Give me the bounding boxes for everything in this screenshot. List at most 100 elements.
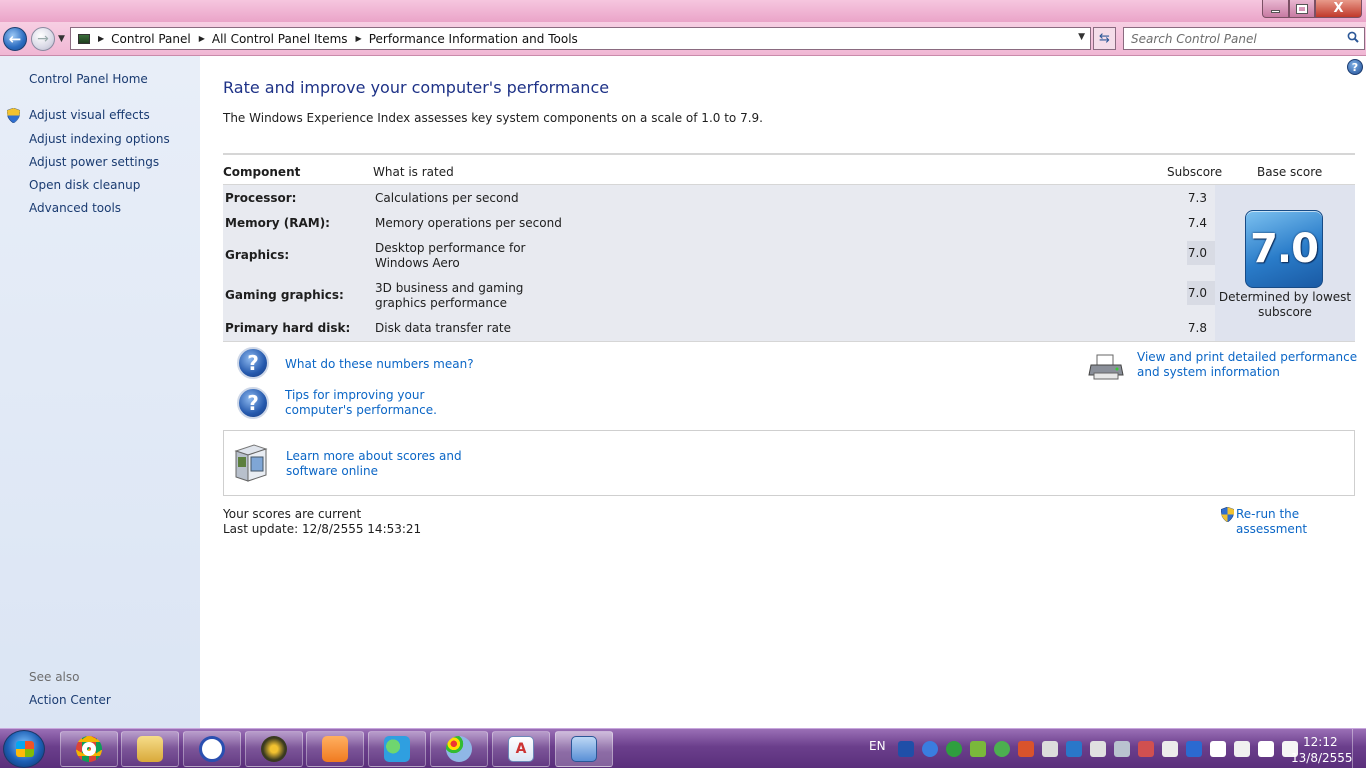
last-update: Last update: 12/8/2555 14:53:21 <box>223 522 422 536</box>
sidebar: Control Panel Home Adjust visual effects… <box>0 56 200 728</box>
taskbar-chrome-button[interactable] <box>60 731 118 767</box>
globe-tray-icon[interactable] <box>922 741 938 757</box>
breadcrumb-separator-icon[interactable]: ▶ <box>199 34 205 43</box>
base-score-panel: 7.0 Determined by lowest subscore <box>1215 185 1355 341</box>
action-center-flag-icon[interactable] <box>1210 741 1226 757</box>
sidebar-item-open-disk-cleanup[interactable]: Open disk cleanup <box>29 178 140 192</box>
adapter-tray-icon[interactable] <box>1162 741 1178 757</box>
tool-tray-icon[interactable] <box>1018 741 1034 757</box>
usb-tray-icon[interactable] <box>1042 741 1058 757</box>
media-disc-icon <box>261 736 287 762</box>
what-is-rated: Calculations per second <box>375 191 519 205</box>
link-what-do-these-numbers-mean[interactable]: What do these numbers mean? <box>285 357 474 372</box>
column-header-what-is-rated: What is rated <box>373 165 454 179</box>
pen-tray-icon[interactable] <box>1090 741 1106 757</box>
show-desktop-button[interactable] <box>1352 729 1366 768</box>
back-button[interactable]: ← <box>3 27 27 51</box>
column-header-base-score: Base score <box>1257 165 1323 179</box>
taskbar-media-app-button[interactable] <box>245 731 303 767</box>
sidebar-item-adjust-power-settings[interactable]: Adjust power settings <box>29 155 159 169</box>
taskbar-control-panel-button[interactable] <box>555 731 613 767</box>
sidebar-item-adjust-visual-effects[interactable]: Adjust visual effects <box>29 108 150 122</box>
learn-more-box: Learn more about scores and software onl… <box>223 430 1355 496</box>
component-name: Gaming graphics: <box>225 288 344 302</box>
address-bar[interactable]: ▶ Control Panel ▶ All Control Panel Item… <box>70 27 1091 50</box>
navigation-bar: ← → ▼ ▶ Control Panel ▶ All Control Pane… <box>0 22 1366 56</box>
taskbar-wordpad-button[interactable]: A <box>492 731 550 767</box>
page-title: Rate and improve your computer's perform… <box>223 78 610 97</box>
clock-date[interactable]: 13/8/2555 <box>1291 751 1353 765</box>
taskbar-explorer-button[interactable] <box>121 731 179 767</box>
shield-icon <box>7 108 20 123</box>
monitor-tray-icon[interactable] <box>1114 741 1130 757</box>
refresh-button[interactable]: ⇆ <box>1093 27 1116 50</box>
sidebar-item-control-panel-home[interactable]: Control Panel Home <box>29 72 148 86</box>
refresh-icon: ⇆ <box>1099 31 1110 46</box>
utorrent-tray-icon[interactable] <box>946 741 962 757</box>
page-description: The Windows Experience Index assesses ke… <box>223 111 763 125</box>
breadcrumb-performance[interactable]: Performance Information and Tools <box>369 32 578 46</box>
breadcrumb-separator-icon[interactable]: ▶ <box>98 34 104 43</box>
minimize-button[interactable] <box>1262 0 1289 18</box>
subscore-value: 7.0 <box>1187 241 1215 265</box>
windows-flag-tray-icon[interactable] <box>898 741 914 757</box>
sidebar-item-action-center[interactable]: Action Center <box>29 693 111 707</box>
search-icon[interactable] <box>1347 31 1359 43</box>
base-score-value: 7.0 <box>1250 226 1319 272</box>
question-mark-icon: ? <box>237 347 269 379</box>
recent-pages-dropdown[interactable]: ▼ <box>58 34 65 44</box>
see-also-heading: See also <box>29 670 80 684</box>
taskbar-daemon-tools-button[interactable] <box>183 731 241 767</box>
speaker-muted-tray-icon[interactable] <box>1138 741 1154 757</box>
help-icon[interactable]: ? <box>1347 59 1363 75</box>
network-tray-icon[interactable] <box>970 741 986 757</box>
subscore-value: 7.8 <box>1187 321 1207 335</box>
breadcrumb-separator-icon[interactable]: ▶ <box>356 34 362 43</box>
sidebar-item-adjust-indexing-options[interactable]: Adjust indexing options <box>29 132 170 146</box>
printer-icon <box>1088 354 1124 380</box>
forward-arrow-icon: → <box>37 31 49 47</box>
messenger-icon <box>384 736 410 762</box>
green-circle-tray-icon[interactable] <box>994 741 1010 757</box>
search-box[interactable] <box>1123 27 1365 50</box>
taskbar: A EN 12:12 13/8/2555 <box>0 728 1366 768</box>
forward-button[interactable]: → <box>31 27 55 51</box>
table-row: Primary hard disk: Disk data transfer ra… <box>223 321 1215 336</box>
link-tips-improving-performance[interactable]: Tips for improving your computer's perfo… <box>285 388 495 418</box>
taskbar-messenger-button[interactable] <box>368 731 426 767</box>
close-button[interactable]: X <box>1315 0 1362 18</box>
help-tray-icon[interactable] <box>1066 741 1082 757</box>
battery-tray-icon[interactable] <box>1234 741 1250 757</box>
address-dropdown-icon[interactable]: ▼ <box>1078 32 1085 42</box>
signal-tray-icon[interactable] <box>1258 741 1274 757</box>
score-table: Component What is rated Subscore Base sc… <box>223 153 1355 342</box>
search-input[interactable] <box>1124 28 1324 49</box>
paint-palette-icon <box>446 736 472 762</box>
rerun-assessment-link[interactable]: Re-run the assessment <box>1236 507 1366 537</box>
table-row: Graphics: Desktop performance for Window… <box>223 241 1215 271</box>
component-name: Processor: <box>225 191 297 205</box>
system-tray <box>898 741 1298 757</box>
link-view-print-details[interactable]: View and print detailed performance and … <box>1137 350 1359 380</box>
base-score-caption: Determined by lowest subscore <box>1218 290 1352 319</box>
component-name: Memory (RAM): <box>225 216 330 230</box>
back-arrow-icon: ← <box>8 30 22 48</box>
bluetooth-tray-icon[interactable] <box>1186 741 1202 757</box>
maximize-button[interactable] <box>1289 0 1315 18</box>
what-is-rated: 3D business and gaming graphics performa… <box>375 281 524 310</box>
wordpad-icon: A <box>508 736 534 762</box>
clock-time[interactable]: 12:12 <box>1303 735 1338 749</box>
daemon-tools-icon <box>199 736 225 762</box>
link-learn-more-online[interactable]: Learn more about scores and software onl… <box>286 449 496 479</box>
start-button[interactable] <box>3 730 45 768</box>
score-table-header: Component What is rated Subscore Base sc… <box>223 153 1355 185</box>
breadcrumb-all-items[interactable]: All Control Panel Items <box>212 32 348 46</box>
sidebar-item-advanced-tools[interactable]: Advanced tools <box>29 201 121 215</box>
column-header-component: Component <box>223 165 301 179</box>
taskbar-paint-button[interactable] <box>430 731 488 767</box>
taskbar-media-player-button[interactable] <box>306 731 364 767</box>
table-row: Processor: Calculations per second 7.3 <box>223 191 1215 206</box>
breadcrumb-control-panel[interactable]: Control Panel <box>111 32 191 46</box>
language-indicator[interactable]: EN <box>869 739 886 753</box>
control-panel-icon <box>571 736 597 762</box>
